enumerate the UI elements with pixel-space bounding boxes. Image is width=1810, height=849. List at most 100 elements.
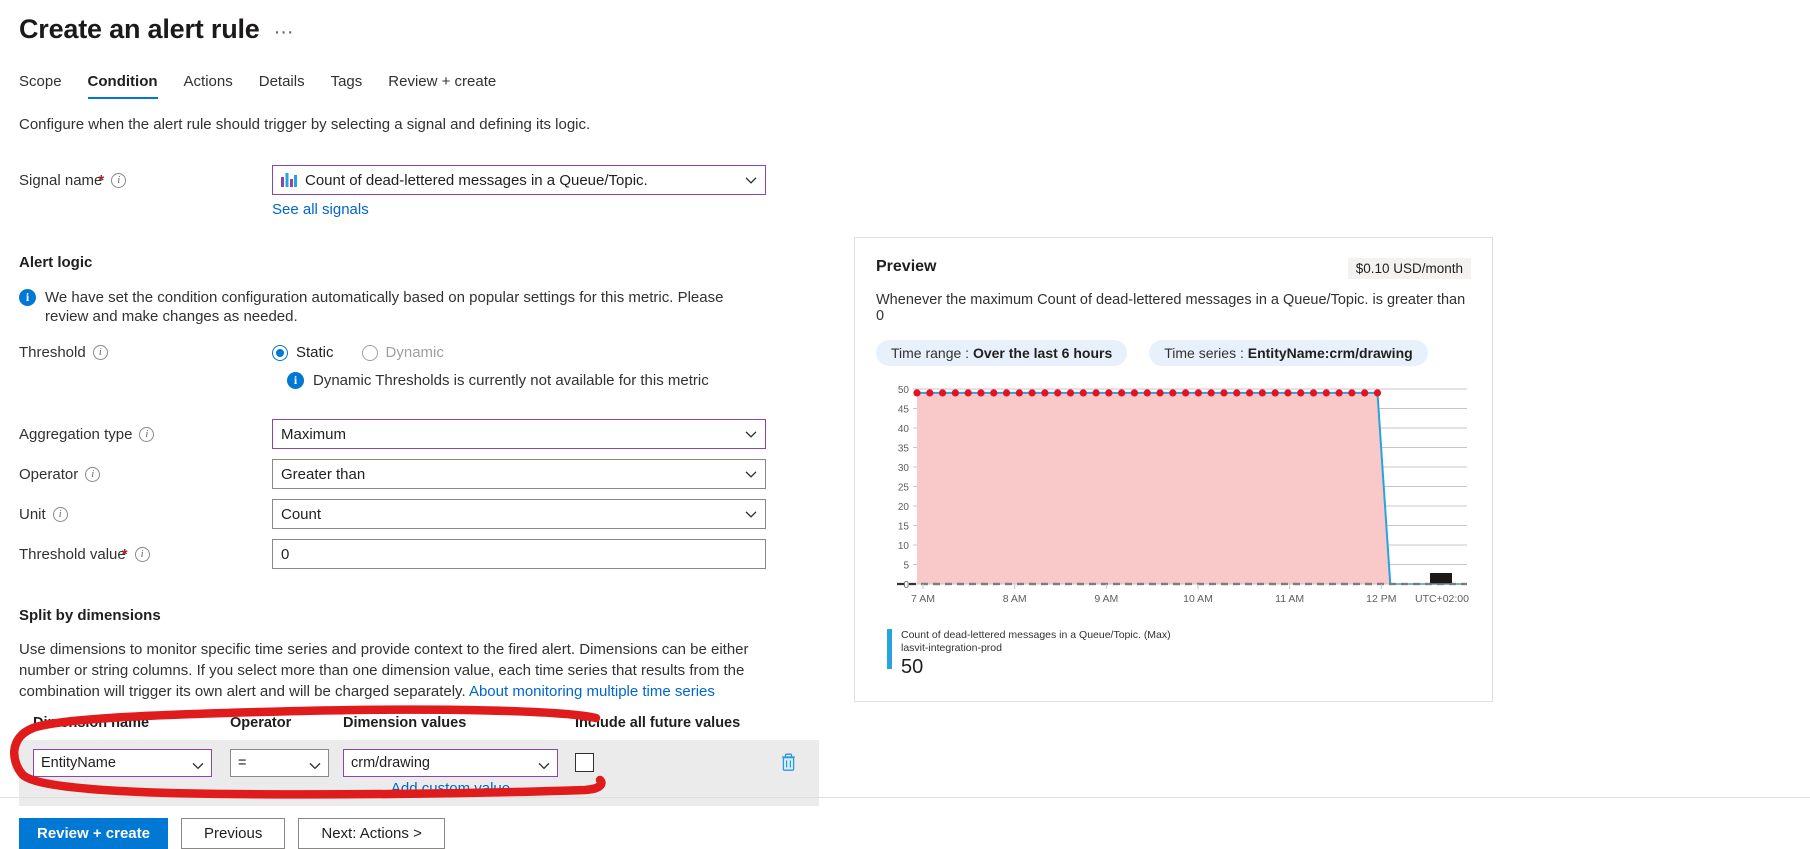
include-all-future-values-checkbox[interactable] <box>575 753 594 772</box>
preview-chips: Time range : Over the last 6 hours Time … <box>855 324 1492 366</box>
condition-form: Signal name* i Count of dead-lettered me… <box>19 165 819 806</box>
chip-time-range[interactable]: Time range : Over the last 6 hours <box>876 340 1128 366</box>
threshold-label: Threshold i <box>19 344 272 361</box>
svg-text:15: 15 <box>898 522 910 533</box>
column-dimension-values: Dimension values <box>343 715 467 731</box>
threshold-label-text: Threshold <box>19 344 86 361</box>
svg-text:5: 5 <box>903 561 909 572</box>
legend-value: 50 <box>901 656 924 678</box>
threshold-value-label-text: Threshold value <box>19 545 126 563</box>
about-monitoring-link[interactable]: About monitoring multiple time series <box>469 683 715 700</box>
preview-header: Preview $0.10 USD/month <box>855 238 1492 279</box>
radio-dynamic[interactable]: Dynamic <box>361 344 444 361</box>
signal-name-label-text: Signal name <box>19 171 103 189</box>
svg-text:10: 10 <box>898 541 910 552</box>
signal-name-row: Signal name* i Count of dead-lettered me… <box>19 165 799 195</box>
aggregation-type-control: Maximum <box>272 419 766 449</box>
required-asterisk: * <box>98 171 105 189</box>
preview-condition-sentence: Whenever the maximum Count of dead-lette… <box>876 292 1466 324</box>
alert-logic-info-bar: i We have set the condition configuratio… <box>19 288 739 326</box>
previous-button[interactable]: Previous <box>181 818 286 849</box>
metric-chart-icon <box>281 173 297 187</box>
tab-tags[interactable]: Tags <box>331 73 363 99</box>
dimension-values-select[interactable]: crm/drawing <box>343 749 558 777</box>
aggregation-type-select[interactable]: Maximum <box>272 419 766 449</box>
legend-metric-title: Count of dead-lettered messages in a Que… <box>901 629 1171 641</box>
column-operator: Operator <box>230 715 292 731</box>
info-icon-2: i <box>287 372 304 389</box>
more-options-icon[interactable]: ··· <box>274 22 294 42</box>
aggregation-type-label: Aggregation type i <box>19 426 272 443</box>
signal-name-info-icon[interactable]: i <box>111 172 127 188</box>
svg-text:45: 45 <box>898 405 910 416</box>
threshold-radio-group: Static Dynamic <box>272 344 444 361</box>
tab-condition[interactable]: Condition <box>87 73 158 99</box>
review-create-button[interactable]: Review + create <box>19 818 168 849</box>
next-actions-button[interactable]: Next: Actions > <box>298 818 445 849</box>
aggregation-type-label-text: Aggregation type <box>19 425 133 443</box>
dimension-operator-select-wrap: = <box>230 749 329 777</box>
unit-control: Count <box>272 499 766 529</box>
dimension-operator-select[interactable]: = <box>230 749 329 777</box>
svg-text:8 AM: 8 AM <box>1003 593 1027 605</box>
split-by-dimensions-description: Use dimensions to monitor specific time … <box>19 639 771 702</box>
legend-color-swatch <box>887 629 892 669</box>
signal-name-select[interactable]: Count of dead-lettered messages in a Que… <box>272 165 766 195</box>
unit-label: Unit i <box>19 506 272 523</box>
column-dimension-name: Dimension name <box>33 715 150 731</box>
preview-chart[interactable]: 0 5 10 15 20 25 30 35 40 45 50 7 AM 8 AM 9 AM 10 AM 11 … <box>855 381 1492 621</box>
chip-time-range-prefix: Time range : <box>891 345 973 361</box>
tab-scope[interactable]: Scope <box>19 73 62 99</box>
preview-cost-badge: $0.10 USD/month <box>1347 258 1471 279</box>
unit-row: Unit i Count <box>19 499 799 529</box>
add-custom-value-link[interactable]: Add custom value <box>391 780 510 797</box>
add-custom-value-wrap: Add custom value <box>343 780 558 797</box>
operator-info-icon[interactable]: i <box>85 466 101 482</box>
threshold-value-input[interactable]: 0 <box>272 539 766 569</box>
chip-time-series[interactable]: Time series : EntityName:crm/drawing <box>1149 340 1428 366</box>
preview-title: Preview <box>876 258 937 275</box>
operator-label: Operator i <box>19 466 272 483</box>
tab-actions[interactable]: Actions <box>184 73 233 99</box>
see-all-signals-link[interactable]: See all signals <box>272 201 369 218</box>
chip-time-series-prefix: Time series : <box>1164 345 1248 361</box>
svg-text:9 AM: 9 AM <box>1094 593 1118 605</box>
dimension-name-select[interactable]: EntityName <box>33 749 212 777</box>
signal-name-control: Count of dead-lettered messages in a Que… <box>272 165 766 195</box>
radio-static[interactable]: Static <box>272 344 334 361</box>
operator-select[interactable]: Greater than <box>272 459 766 489</box>
page-title: Create an alert rule <box>19 14 260 44</box>
dimensions-table-header: Dimension name Operator Dimension values… <box>19 715 819 740</box>
wizard-tabs: Scope Condition Actions Details Tags Rev… <box>19 73 1810 99</box>
aggregation-type-row: Aggregation type i Maximum <box>19 419 799 449</box>
tab-review-create[interactable]: Review + create <box>388 73 496 99</box>
chart-legend: Count of dead-lettered messages in a Que… <box>855 621 1492 679</box>
preview-card: Preview $0.10 USD/month Whenever the max… <box>854 237 1493 702</box>
chip-time-series-value: EntityName:crm/drawing <box>1247 345 1413 361</box>
aggregation-type-info-icon[interactable]: i <box>139 426 155 442</box>
svg-text:20: 20 <box>898 502 910 513</box>
legend-resource-name: lasvit-integration-prod <box>901 642 1002 654</box>
tab-details[interactable]: Details <box>259 73 305 99</box>
svg-text:30: 30 <box>898 463 910 474</box>
unit-select[interactable]: Count <box>272 499 766 529</box>
page-header: Create an alert rule ··· <box>0 0 1810 45</box>
dimensions-table: Dimension name Operator Dimension values… <box>19 715 819 806</box>
threshold-value-info-icon[interactable]: i <box>134 546 150 562</box>
trash-icon[interactable] <box>780 752 797 776</box>
svg-text:50: 50 <box>898 385 910 396</box>
info-icon: i <box>19 289 36 306</box>
threshold-value-label: Threshold value* i <box>19 546 272 563</box>
radio-dynamic-dot <box>361 344 378 361</box>
dynamic-threshold-note: Dynamic Thresholds is currently not avai… <box>313 372 709 389</box>
wizard-footer: Review + create Previous Next: Actions > <box>19 818 445 849</box>
svg-text:11 AM: 11 AM <box>1275 593 1304 605</box>
threshold-row: Threshold i Static Dynamic <box>19 344 799 361</box>
svg-text:35: 35 <box>898 444 910 455</box>
unit-info-icon[interactable]: i <box>52 506 68 522</box>
threshold-info-icon[interactable]: i <box>92 345 108 360</box>
tab-description: Configure when the alert rule should tri… <box>19 116 591 133</box>
dynamic-threshold-note-bar: i Dynamic Thresholds is currently not av… <box>287 371 799 390</box>
svg-text:40: 40 <box>898 424 910 435</box>
radio-static-dot <box>272 344 288 361</box>
